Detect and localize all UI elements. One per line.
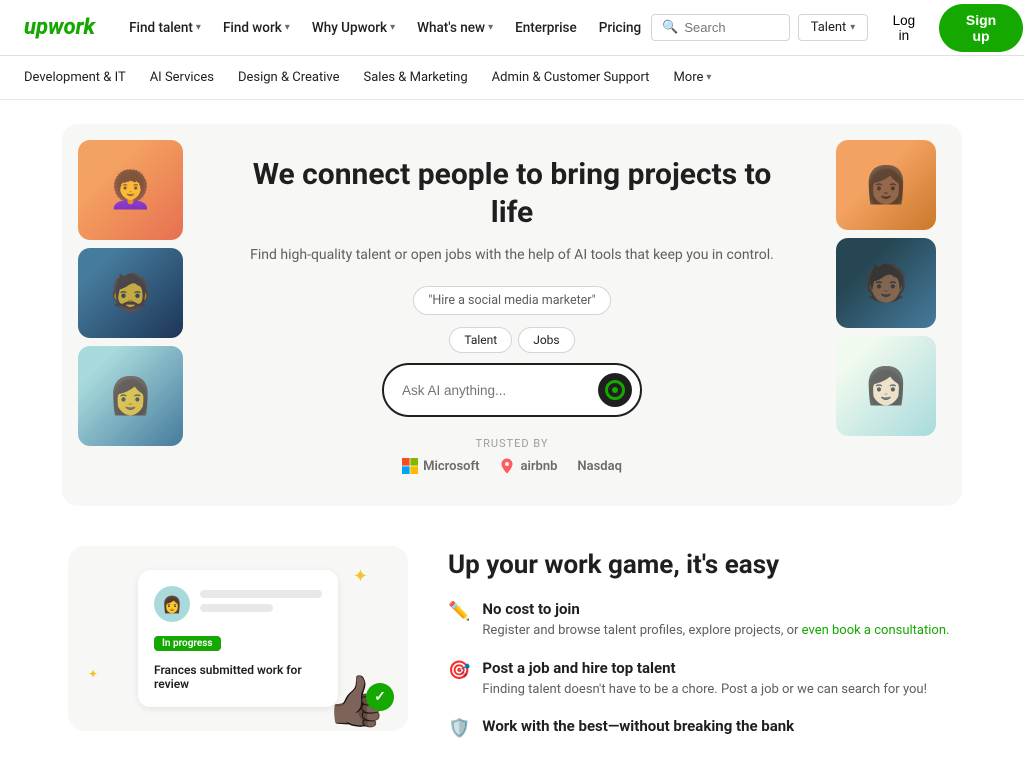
lower-section: 👩 In progress Frances submitted work for… <box>0 530 1024 773</box>
target-icon: 🎯 <box>448 660 470 681</box>
sec-nav-admin[interactable]: Admin & Customer Support <box>492 70 650 85</box>
secondary-nav: Development & IT AI Services Design & Cr… <box>0 56 1024 100</box>
search-icon: 🔍 <box>662 20 678 35</box>
lower-right: Up your work game, it's easy ✏️ No cost … <box>448 546 956 757</box>
upwork-logo[interactable]: upwork <box>24 15 95 40</box>
nav-pricing[interactable]: Pricing <box>589 12 651 44</box>
hero-center: We connect people to bring projects to l… <box>102 156 922 474</box>
card-line-2 <box>200 604 273 612</box>
trusted-section: TRUSTED BY Microsoft <box>402 437 622 474</box>
nav-right: 🔍 Talent ▾ Log in Sign up <box>651 4 1023 52</box>
feature-desc-1: Register and browse talent profiles, exp… <box>482 621 949 641</box>
checkmark-icon: ✓ <box>366 683 394 711</box>
hero-subtitle: Find high-quality talent or open jobs wi… <box>250 245 774 266</box>
login-button[interactable]: Log in <box>876 8 931 48</box>
ai-icon <box>605 380 625 400</box>
lower-title: Up your work game, it's easy <box>448 550 956 580</box>
card-description: Frances submitted work for review <box>154 663 322 691</box>
link-consultation[interactable]: even book a consultation. <box>802 623 950 638</box>
tab-jobs[interactable]: Jobs <box>518 327 574 353</box>
chevron-down-icon: ▾ <box>390 22 395 33</box>
in-progress-badge: In progress <box>154 636 221 651</box>
sparkle-icon-2: ✦ <box>88 667 98 681</box>
hero-title: We connect people to bring projects to l… <box>242 156 782 231</box>
ai-dot <box>612 387 618 393</box>
chevron-down-icon: ▾ <box>196 22 201 33</box>
nav-enterprise[interactable]: Enterprise <box>505 12 587 44</box>
hero-section: 👩‍🦱 🧔 👩 We connect people to bring proje… <box>62 124 962 506</box>
search-input[interactable] <box>684 20 778 35</box>
card-line-1 <box>200 590 322 598</box>
hero-chip: "Hire a social media marketer" <box>413 286 610 315</box>
card-inner: 👩 In progress Frances submitted work for… <box>138 570 338 707</box>
nav-find-talent[interactable]: Find talent ▾ <box>119 12 211 44</box>
hero-search-input[interactable] <box>402 383 590 398</box>
hero-search-bar <box>382 363 642 417</box>
chevron-down-icon: ▾ <box>850 22 855 33</box>
tab-talent[interactable]: Talent <box>449 327 512 353</box>
lower-card: 👩 In progress Frances submitted work for… <box>68 546 408 731</box>
sec-nav-dev-it[interactable]: Development & IT <box>24 70 126 85</box>
feature-best-work: 🛡️ Work with the best—without breaking t… <box>448 717 956 739</box>
shield-icon: 🛡️ <box>448 718 470 739</box>
nasdaq-logo: Nasdaq <box>577 459 622 474</box>
sec-nav-ai[interactable]: AI Services <box>150 70 214 85</box>
trusted-label: TRUSTED BY <box>402 437 622 450</box>
nav-find-work[interactable]: Find work ▾ <box>213 12 300 44</box>
feature-title-2: Post a job and hire top talent <box>482 659 927 677</box>
sec-nav-sales[interactable]: Sales & Marketing <box>364 70 468 85</box>
edit-icon: ✏️ <box>448 601 470 622</box>
nav-whats-new[interactable]: What's new ▾ <box>407 12 503 44</box>
feature-title-3: Work with the best—without breaking the … <box>482 717 794 735</box>
microsoft-logo: Microsoft <box>402 458 479 474</box>
trusted-logos: Microsoft airbnb Nasdaq <box>402 458 622 474</box>
sparkle-icon-1: ✦ <box>353 566 368 587</box>
card-header: 👩 <box>154 586 322 622</box>
ai-search-button[interactable] <box>598 373 632 407</box>
hero-tabs: Talent Jobs <box>449 327 574 353</box>
feature-post-job: 🎯 Post a job and hire top talent Finding… <box>448 659 956 700</box>
search-box[interactable]: 🔍 <box>651 14 789 41</box>
feature-desc-2: Finding talent doesn't have to be a chor… <box>482 680 927 700</box>
more-button[interactable]: More ▾ <box>673 70 711 85</box>
feature-no-cost: ✏️ No cost to join Register and browse t… <box>448 600 956 641</box>
feature-title-1: No cost to join <box>482 600 949 618</box>
chevron-down-icon: ▾ <box>285 22 290 33</box>
chevron-down-icon: ▾ <box>706 72 711 83</box>
card-avatar: 👩 <box>154 586 190 622</box>
nav-why-upwork[interactable]: Why Upwork ▾ <box>302 12 405 44</box>
sec-nav-design[interactable]: Design & Creative <box>238 70 340 85</box>
card-lines <box>200 590 322 618</box>
signup-button[interactable]: Sign up <box>939 4 1022 52</box>
talent-selector[interactable]: Talent ▾ <box>798 14 869 41</box>
airbnb-logo: airbnb <box>499 458 557 474</box>
nav-links: Find talent ▾ Find work ▾ Why Upwork ▾ W… <box>119 12 651 44</box>
chevron-down-icon: ▾ <box>488 22 493 33</box>
top-nav: upwork Find talent ▾ Find work ▾ Why Upw… <box>0 0 1024 56</box>
